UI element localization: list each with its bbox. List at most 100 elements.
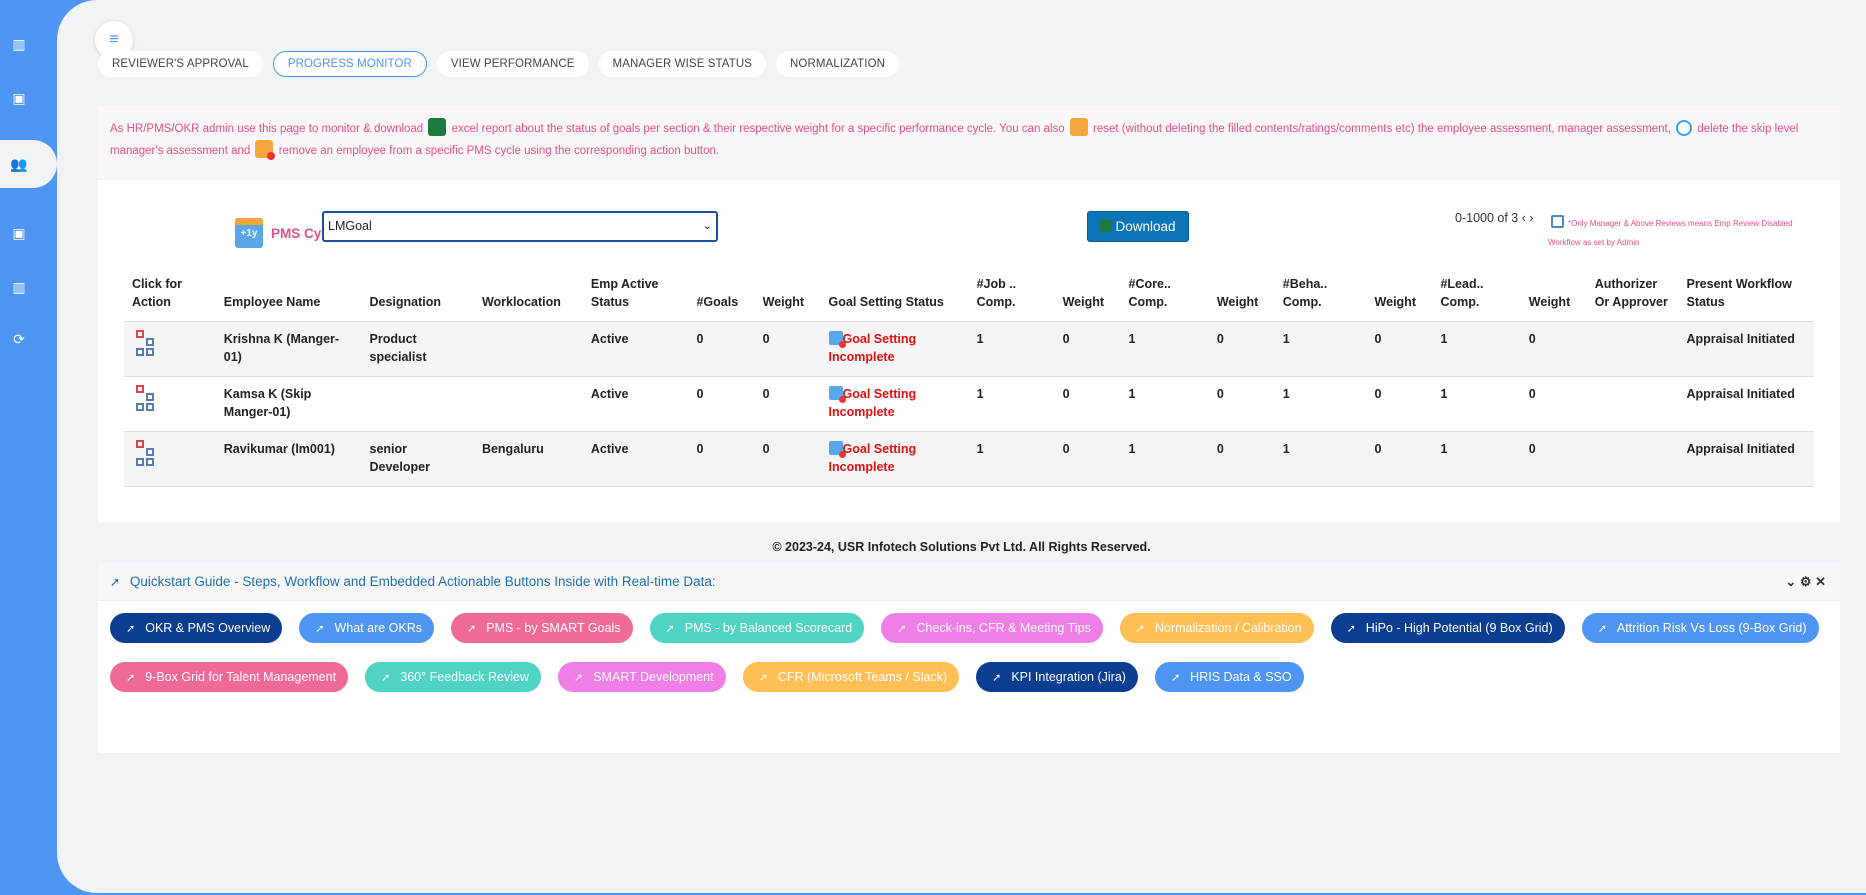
- column-header: #Beha.. Comp.: [1274, 275, 1367, 322]
- guide-pill[interactable]: ➚ PMS - by Balanced Scorecard: [649, 613, 865, 643]
- column-header: Weight: [1054, 275, 1121, 322]
- goal-setting-status: Goal Setting Incomplete: [820, 376, 969, 432]
- rocket-icon: ➚: [110, 575, 121, 589]
- column-header: #Goals: [688, 275, 755, 322]
- table-cell: 1: [1120, 376, 1209, 432]
- guide-pill[interactable]: ➚ PMS - by SMART Goals: [451, 613, 633, 643]
- column-header: #Lead.. Comp.: [1432, 275, 1521, 322]
- guide-pill[interactable]: ➚ What are OKRs: [299, 613, 434, 643]
- rocket-icon: ➚: [1135, 623, 1145, 635]
- action-cell[interactable]: [124, 431, 216, 487]
- pms-cycle-select[interactable]: LMGoal ⌄: [322, 211, 718, 242]
- workflow-icon: [1551, 215, 1564, 228]
- progress-card: +1y PMS Cycle LMGoal ⌄ Download 0-1000 o…: [98, 180, 1840, 522]
- table-cell: 1: [1120, 321, 1209, 377]
- guide-pill[interactable]: ➚ 9-Box Grid for Talent Management: [110, 662, 349, 692]
- guide-pill[interactable]: ➚ HiPo - High Potential (9 Box Grid): [1330, 613, 1565, 643]
- guide-pill-label: SMART Development: [593, 670, 714, 684]
- guide-pill[interactable]: ➚ 360° Feedback Review: [365, 662, 541, 692]
- board-icon[interactable]: ▣: [10, 224, 28, 242]
- column-header: Present Workflow Status: [1678, 275, 1814, 322]
- guide-pill-label: What are OKRs: [334, 621, 422, 635]
- table-cell: 0: [1054, 321, 1121, 377]
- guide-pill-label: 360° Feedback Review: [400, 670, 529, 684]
- guide-pill[interactable]: ➚ CFR (Microsoft Teams / Slack): [742, 662, 960, 692]
- table-cell: 1: [968, 321, 1055, 377]
- table-row: Kamsa K (Skip Manger-01) Active 0 0 Goal Set…: [124, 376, 1814, 432]
- guide-pill-label: Normalization / Calibration: [1154, 621, 1302, 635]
- table-cell: Active: [582, 376, 689, 432]
- guide-pill-label: PMS - by SMART Goals: [486, 621, 621, 635]
- rocket-icon: ➚: [1170, 672, 1181, 684]
- column-header: Goal Setting Status: [820, 275, 969, 322]
- table-cell: Krishna K (Manger-01): [215, 321, 362, 377]
- table-cell: 0: [1366, 376, 1433, 432]
- guide-header[interactable]: ➚ Quickstart Guide - Steps, Workflow and…: [98, 563, 1840, 601]
- workflow-action-icon[interactable]: [136, 330, 162, 358]
- chart-icon[interactable]: ▥: [10, 35, 28, 53]
- table-cell: [1586, 376, 1679, 432]
- action-cell[interactable]: [124, 376, 216, 432]
- sidebar-item-users[interactable]: 👥: [0, 140, 57, 188]
- column-header: Emp Active Status: [582, 275, 689, 322]
- tab-manager-wise-status[interactable]: MANAGER WISE STATUS: [598, 51, 767, 77]
- table-cell: 0: [1208, 431, 1275, 487]
- column-header: Employee Name: [215, 275, 362, 322]
- table-cell: Appraisal Initiated: [1678, 431, 1814, 487]
- workflow-action-icon[interactable]: [136, 440, 162, 468]
- rocket-icon: ➚: [665, 623, 675, 635]
- chevron-down-icon: ⌄: [702, 220, 712, 232]
- tab-normalization[interactable]: NORMALIZATION: [776, 51, 900, 77]
- calendar-alert-icon: [828, 386, 846, 403]
- action-cell[interactable]: [124, 321, 216, 377]
- table-cell: 1: [1120, 431, 1209, 487]
- column-header: Click for Action: [124, 275, 216, 322]
- guide-pill-label: Check-ins, CFR & Meeting Tips: [916, 621, 1091, 635]
- pms-cycle-value: LMGoal: [328, 219, 372, 233]
- download-label: Download: [1115, 219, 1176, 234]
- guide-pill[interactable]: ➚ HRIS Data & SSO: [1154, 662, 1304, 692]
- column-header: Weight: [754, 275, 821, 322]
- guide-controls[interactable]: ⌄ ⚙ ✕: [1785, 563, 1826, 601]
- guide-pill[interactable]: ➚ OKR & PMS Overview: [110, 613, 283, 643]
- tab-view-performance[interactable]: VIEW PERFORMANCE: [436, 51, 589, 77]
- rocket-icon: ➚: [1597, 623, 1607, 635]
- workflow-note: *Only Manager & Above Reviews means Emp …: [1548, 219, 1793, 247]
- table-cell: 1: [968, 376, 1055, 432]
- board-icon[interactable]: ▣: [10, 89, 28, 107]
- table-cell: 0: [1054, 376, 1121, 432]
- guide-pill-label: CFR (Microsoft Teams / Slack): [777, 670, 948, 684]
- tab-progress-monitor[interactable]: PROGRESS MONITOR: [272, 51, 427, 77]
- table-row: Krishna K (Manger-01) Product specialist A…: [124, 321, 1814, 377]
- sync-icon[interactable]: ⟳: [10, 330, 28, 348]
- chart-icon[interactable]: ▥: [10, 278, 28, 296]
- guide-pill[interactable]: ➚ SMART Development: [557, 662, 726, 692]
- sync-icon: [1676, 120, 1693, 136]
- rocket-icon: ➚: [315, 623, 325, 635]
- info-text-5: remove an employee from a specific PMS c…: [278, 145, 720, 157]
- excel-icon: [1100, 220, 1113, 232]
- pagination[interactable]: 0-1000 of 3 ‹ ›: [1455, 211, 1534, 225]
- calendar-alert-icon: [828, 441, 846, 458]
- guide-pills: ➚ OKR & PMS Overview ➚ What are OKRs ➚ PMS - …: [98, 601, 1838, 704]
- table-cell: 0: [1208, 376, 1275, 432]
- table-cell: Bengaluru: [473, 431, 583, 487]
- guide-pill[interactable]: ➚ Check-ins, CFR & Meeting Tips: [881, 613, 1103, 643]
- download-button[interactable]: Download: [1087, 211, 1189, 242]
- excel-icon: [428, 118, 447, 136]
- table-cell: 0: [1366, 431, 1433, 487]
- table-cell: 0: [688, 321, 755, 377]
- table-cell: 0: [1054, 431, 1121, 487]
- guide-pill[interactable]: ➚ Attrition Risk Vs Loss (9-Box Grid): [1581, 613, 1819, 643]
- column-header: Authorizer Or Approver: [1586, 275, 1679, 322]
- goal-setting-status: Goal Setting Incomplete: [820, 321, 969, 377]
- calendar-reset-icon: [1069, 118, 1088, 136]
- guide-pill[interactable]: ➚ Normalization / Calibration: [1119, 613, 1314, 643]
- table-cell: 0: [754, 431, 821, 487]
- info-banner: As HR/PMS/OKR admin use this page to mon…: [98, 106, 1840, 178]
- table-cell: 0: [754, 321, 821, 377]
- workflow-action-icon[interactable]: [136, 385, 162, 413]
- guide-pill[interactable]: ➚ KPI Integration (Jira): [976, 662, 1138, 692]
- table-row: Ravikumar (lm001) senior Developer Bengalu…: [124, 431, 1814, 487]
- tab-reviewer-s-approval[interactable]: REVIEWER'S APPROVAL: [98, 51, 263, 77]
